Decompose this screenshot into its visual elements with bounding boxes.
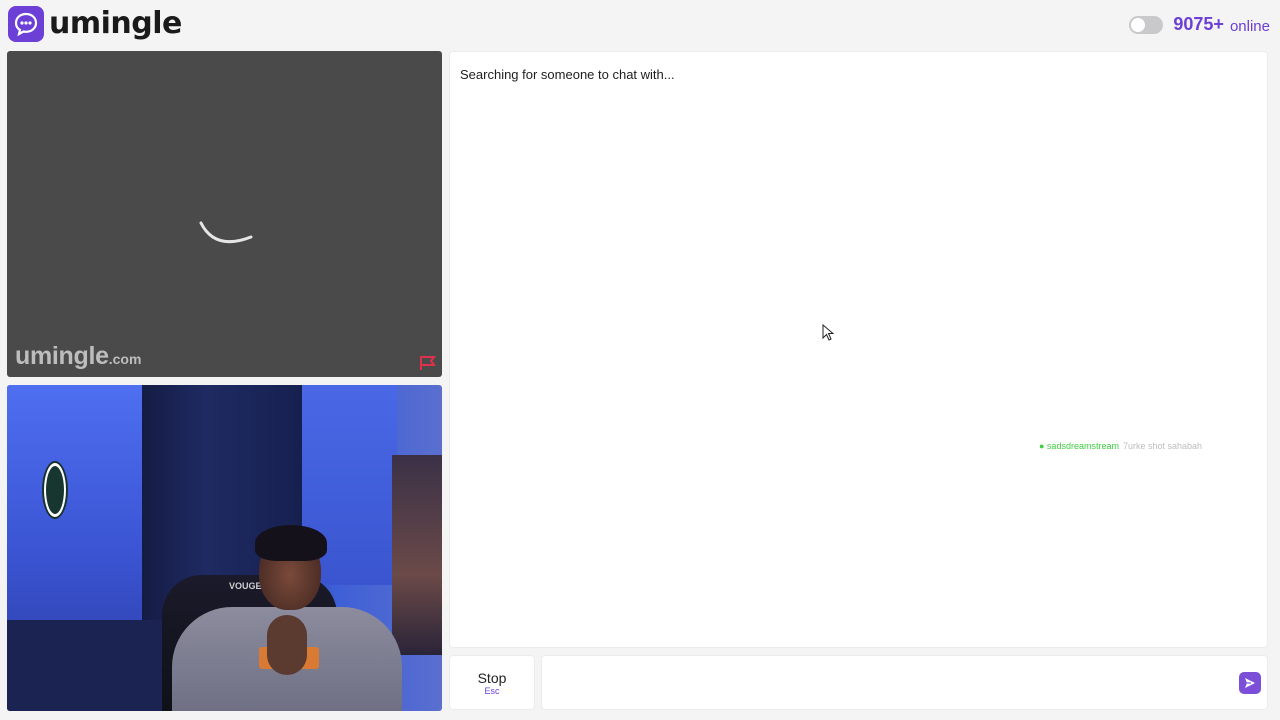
watermark-main: umingle xyxy=(15,342,109,370)
stop-button[interactable]: Stop Esc xyxy=(449,655,535,710)
brand-name: umingle xyxy=(49,6,182,41)
chat-panel: Searching for someone to chat with... ● … xyxy=(449,51,1268,648)
streamer-badge-icon xyxy=(42,461,68,519)
online-indicator: 9075+ online xyxy=(1129,14,1270,35)
clothes-rack xyxy=(392,455,442,655)
own-camera-video: VOUGE xyxy=(7,385,442,711)
stream-overlay: ● sadsdreamstream 7urke shot sahabah xyxy=(1039,441,1202,451)
send-arrow-icon xyxy=(1245,678,1255,688)
send-button[interactable] xyxy=(1239,672,1261,694)
flag-icon[interactable] xyxy=(419,355,437,371)
stranger-video: umingle.com xyxy=(7,51,442,377)
online-count: 9075+ xyxy=(1173,14,1224,34)
online-label: online xyxy=(1229,17,1270,35)
message-input[interactable] xyxy=(542,656,1232,709)
message-box xyxy=(541,655,1268,710)
watermark: umingle.com xyxy=(15,342,141,371)
header: umingle 9075+ online xyxy=(0,0,1280,50)
logo[interactable]: umingle xyxy=(8,6,182,42)
watermark-domain: .com xyxy=(108,351,142,367)
mouse-cursor-icon xyxy=(822,324,834,341)
person-arm xyxy=(267,615,307,675)
chair-brand: VOUGE xyxy=(229,581,262,591)
theme-toggle[interactable] xyxy=(1129,15,1164,34)
person-hair xyxy=(255,525,327,561)
stop-shortcut: Esc xyxy=(484,685,500,696)
chat-bubble-icon xyxy=(8,6,44,42)
stop-label: Stop xyxy=(477,669,507,686)
chat-status: Searching for someone to chat with... xyxy=(460,67,675,82)
overlay-message: 7urke shot sahabah xyxy=(1122,441,1203,451)
loading-spinner-icon xyxy=(199,221,253,244)
overlay-username: ● sadsdreamstream xyxy=(1039,441,1119,451)
